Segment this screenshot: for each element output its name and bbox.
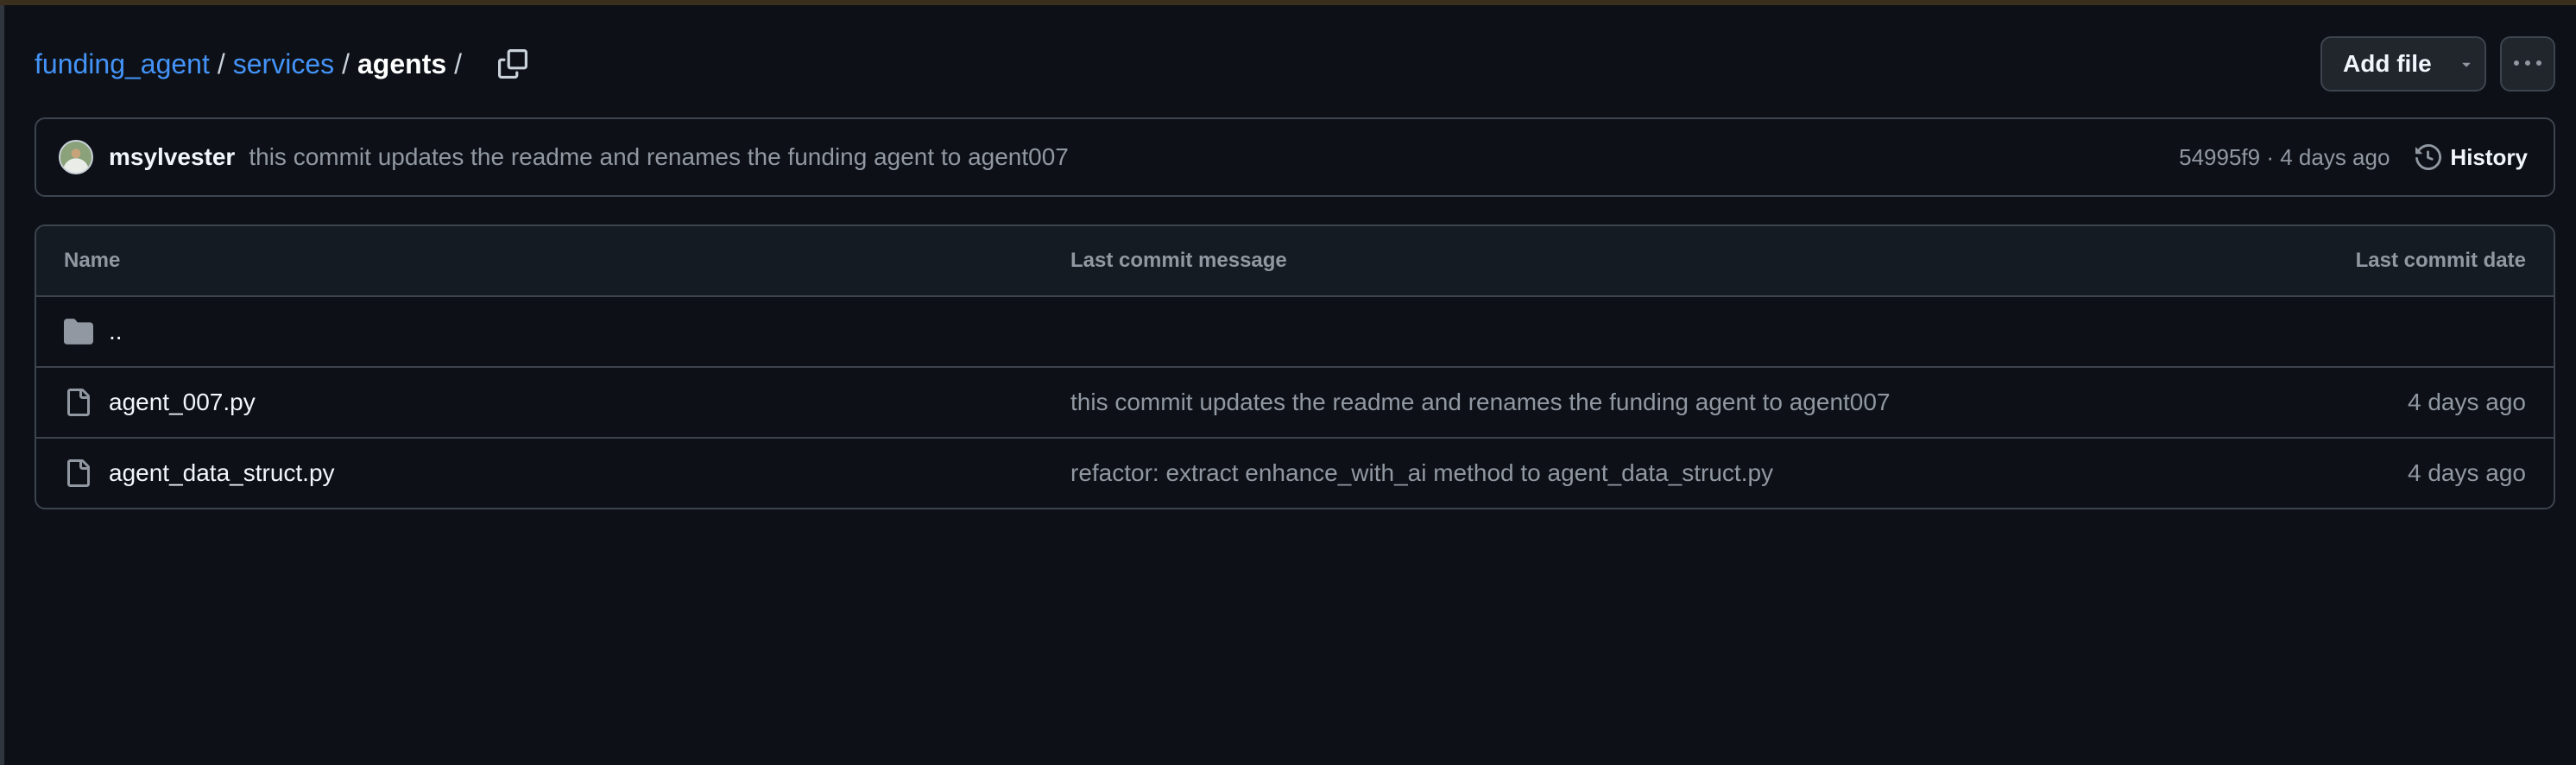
history-label: History [2450, 143, 2528, 170]
file-icon [64, 439, 92, 508]
more-options-button[interactable] [2500, 36, 2555, 92]
copy-icon [498, 49, 528, 79]
commit-sha-and-time[interactable]: 54995f9 · 4 days ago [2179, 144, 2390, 171]
column-header-message: Last commit message [1070, 249, 1287, 272]
breadcrumb-link-repo[interactable]: funding_agent [35, 48, 210, 80]
table-row-parent-directory[interactable]: .. [36, 297, 2554, 368]
breadcrumb-link-services[interactable]: services [233, 48, 334, 80]
commit-details: 54995f9 · 4 days ago History [2179, 144, 2528, 171]
file-commit-date: 4 days ago [2408, 389, 2526, 415]
breadcrumb-separator: / [342, 47, 350, 79]
add-file-label: Add file [2343, 50, 2432, 77]
avatar[interactable] [59, 140, 93, 174]
breadcrumb: funding_agent / services / agents / [35, 36, 530, 92]
folder-icon [64, 297, 93, 366]
breadcrumb-current: agents [357, 47, 447, 79]
file-commit-message-link[interactable]: this commit updates the readme and renam… [1070, 368, 1891, 437]
header-actions: Add file [2320, 36, 2555, 92]
column-header-name: Name [64, 249, 121, 272]
file-name-link[interactable]: agent_007.py [109, 368, 256, 437]
column-header-date: Last commit date [2355, 249, 2526, 272]
parent-directory-link[interactable]: .. [109, 297, 123, 366]
path-header: funding_agent / services / agents / Add … [35, 36, 2555, 92]
file-icon [64, 368, 92, 437]
file-name-link[interactable]: agent_data_struct.py [109, 439, 335, 508]
file-table: Name Last commit message Last commit dat… [35, 224, 2555, 509]
commit-message[interactable]: this commit updates the readme and renam… [249, 143, 1069, 171]
copy-path-button[interactable] [496, 47, 530, 81]
left-edge-line [0, 5, 4, 765]
file-commit-date: 4 days ago [2408, 459, 2526, 486]
table-header: Name Last commit message Last commit dat… [36, 226, 2554, 297]
triangle-down-icon [2462, 62, 2471, 67]
history-icon [2415, 144, 2442, 170]
kebab-horizontal-icon [2514, 60, 2541, 66]
history-button[interactable]: History [2415, 144, 2528, 171]
breadcrumb-separator: / [217, 47, 225, 79]
top-accent-line [0, 0, 2576, 5]
file-commit-message-link[interactable]: refactor: extract enhance_with_ai method… [1070, 439, 1773, 508]
table-row[interactable]: agent_007.py this commit updates the rea… [36, 368, 2554, 439]
commit-author[interactable]: msylvester [109, 143, 235, 171]
breadcrumb-separator: / [454, 47, 463, 79]
table-row[interactable]: agent_data_struct.py refactor: extract e… [36, 439, 2554, 508]
latest-commit-bar: msylvester this commit updates the readm… [35, 117, 2555, 197]
add-file-button[interactable]: Add file [2320, 36, 2486, 92]
